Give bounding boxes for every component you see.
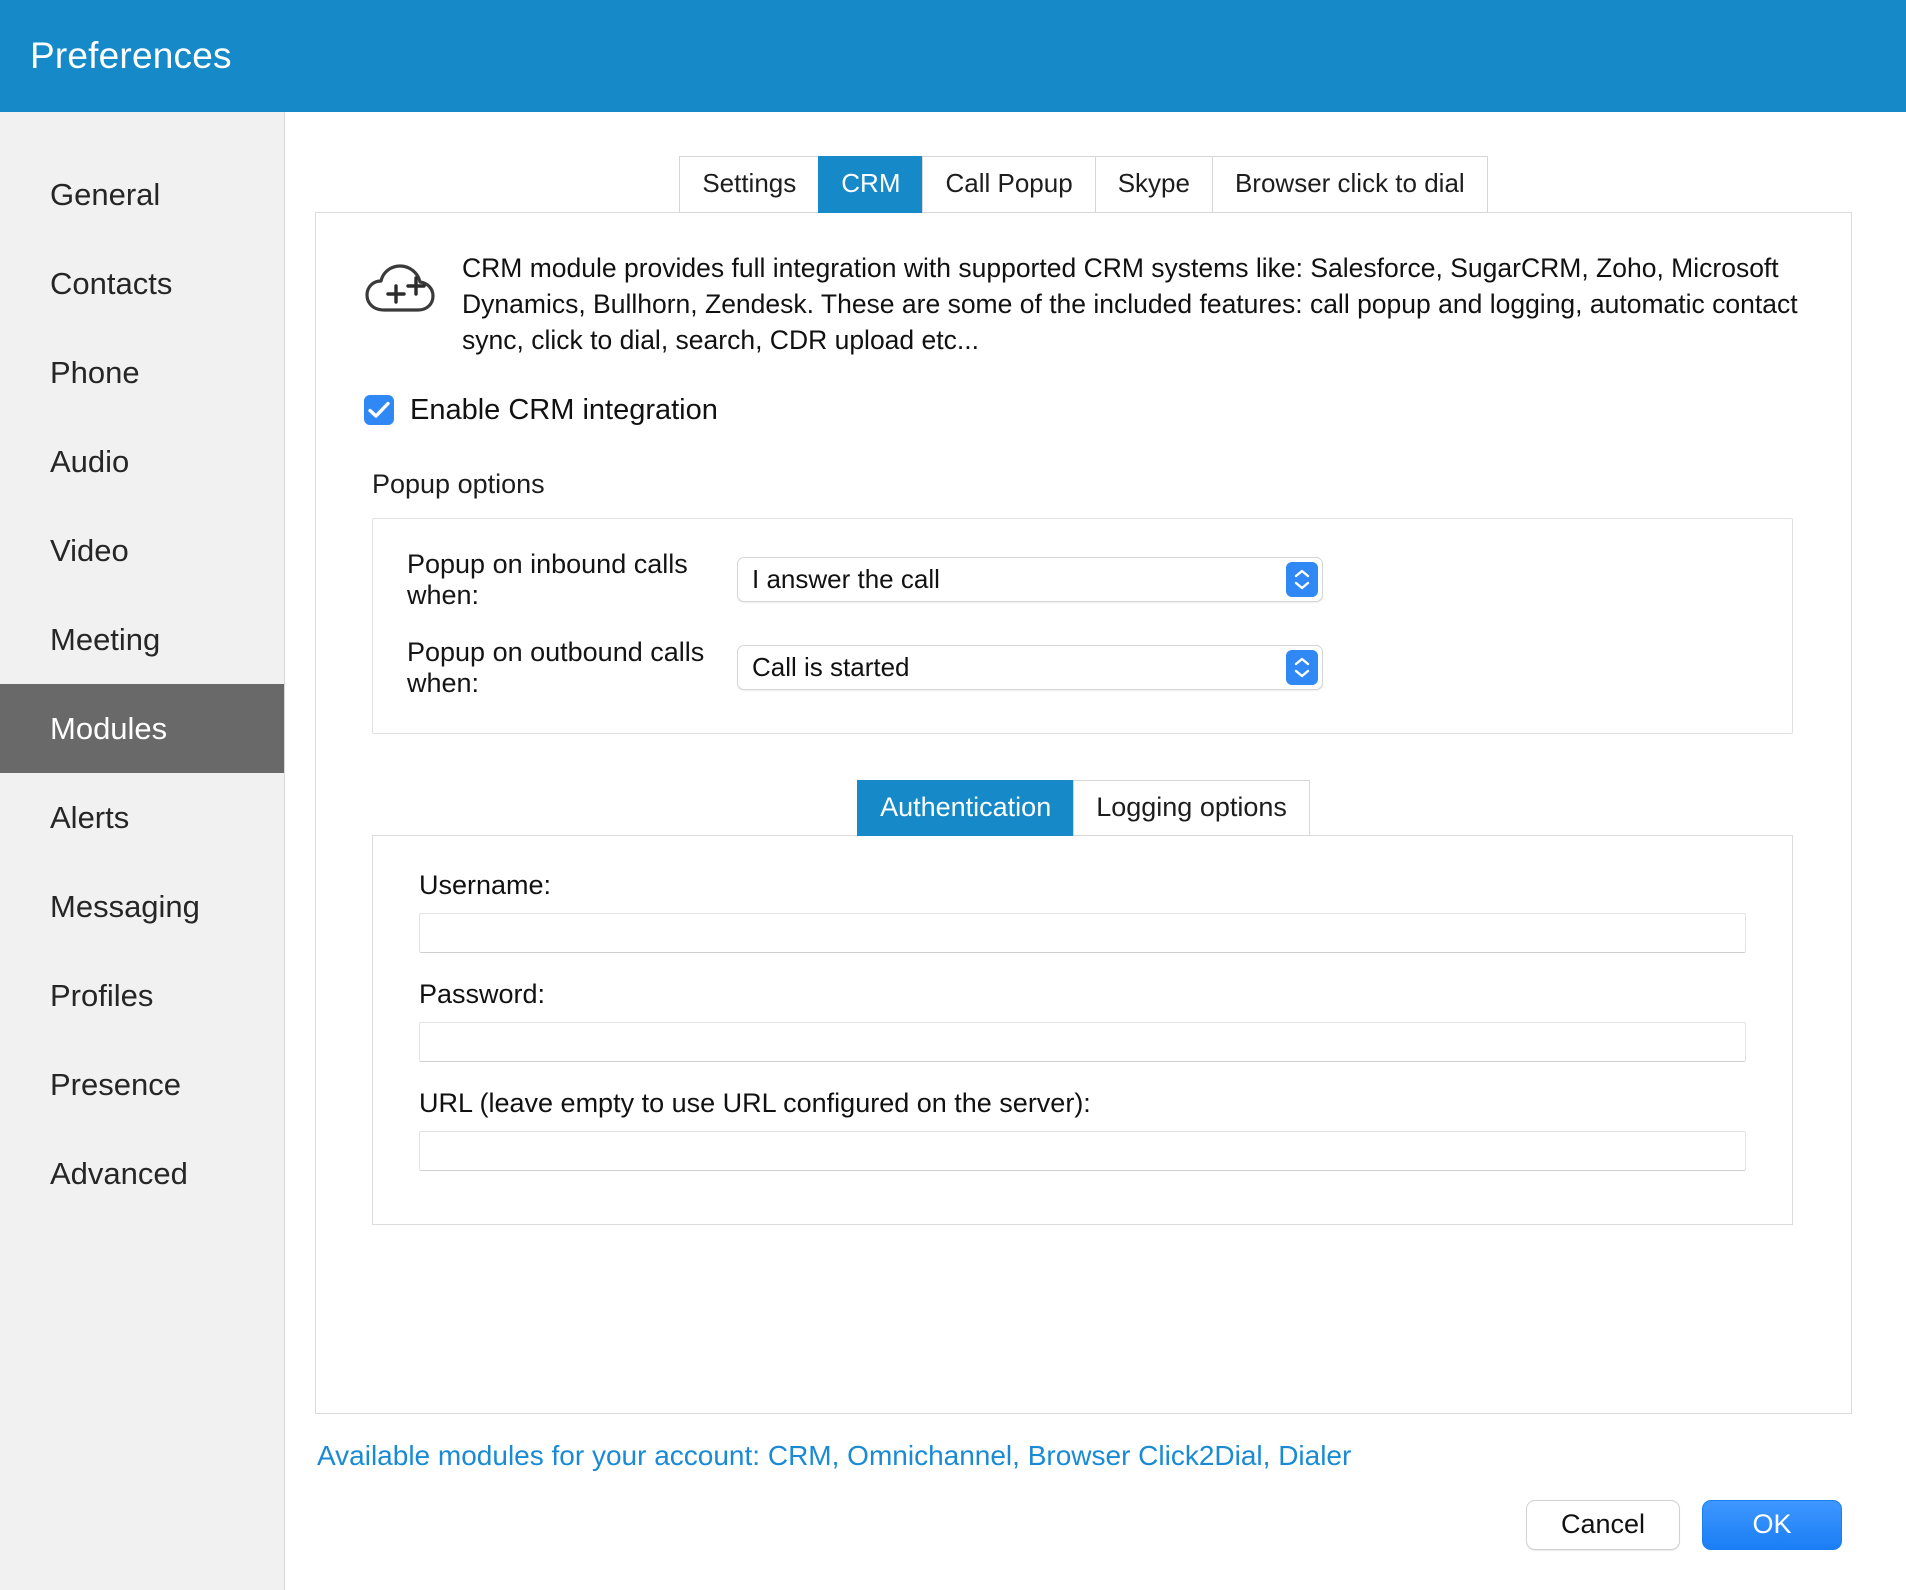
check-icon: [368, 402, 390, 419]
sidebar-item-label: Phone: [50, 354, 140, 390]
tab-settings[interactable]: Settings: [679, 156, 819, 213]
password-input[interactable]: [419, 1021, 1746, 1062]
ok-button[interactable]: OK: [1702, 1499, 1842, 1550]
sidebar-item-messaging[interactable]: Messaging: [0, 862, 284, 951]
tab-label: Call Popup: [945, 168, 1073, 198]
popup-inbound-value: I answer the call: [752, 564, 940, 595]
sidebar-item-label: Modules: [50, 710, 168, 746]
chevron-updown-icon[interactable]: [1286, 650, 1318, 686]
sidebar-item-label: Profiles: [50, 977, 154, 1013]
popup-inbound-label: Popup on inbound calls when:: [407, 548, 688, 610]
username-label: Username:: [419, 869, 552, 900]
crm-subtabs: Authentication Logging options: [356, 779, 1811, 836]
tab-crm[interactable]: CRM: [818, 156, 923, 213]
sidebar-item-video[interactable]: Video: [0, 506, 284, 595]
password-label: Password:: [419, 978, 546, 1009]
username-group: Username:: [419, 870, 1746, 953]
sidebar-item-label: General: [50, 176, 161, 212]
sidebar-item-advanced[interactable]: Advanced: [0, 1129, 284, 1218]
url-group: URL (leave empty to use URL configured o…: [419, 1088, 1746, 1171]
sidebar-item-audio[interactable]: Audio: [0, 417, 284, 506]
popup-inbound-row: Popup on inbound calls when: I answer th…: [373, 549, 1792, 611]
sidebar-item-phone[interactable]: Phone: [0, 328, 284, 417]
popup-options-group: Popup on inbound calls when: I answer th…: [372, 517, 1793, 734]
authentication-panel: Username: Password: URL (leave empty to …: [372, 834, 1793, 1225]
tab-label: Skype: [1117, 168, 1190, 198]
crm-description: CRM module provides full integration wit…: [462, 252, 1798, 355]
crm-panel: CRM module provides full integration wit…: [315, 211, 1852, 1414]
sidebar-item-label: Contacts: [50, 265, 173, 301]
window-title: Preferences: [30, 35, 232, 76]
sidebar-item-profiles[interactable]: Profiles: [0, 951, 284, 1040]
ok-button-label: OK: [1752, 1509, 1792, 1540]
bottom-spacer: [315, 1550, 1852, 1590]
subtab-authentication[interactable]: Authentication: [857, 779, 1074, 836]
sidebar-item-meeting[interactable]: Meeting: [0, 595, 284, 684]
tab-label: Settings: [702, 168, 797, 198]
cancel-button[interactable]: Cancel: [1525, 1499, 1680, 1550]
chevron-updown-icon[interactable]: [1286, 562, 1318, 598]
popup-outbound-row: Popup on outbound calls when: Call is st…: [373, 637, 1792, 699]
tab-call-popup[interactable]: Call Popup: [922, 156, 1095, 213]
dialog-buttons: Cancel OK: [315, 1499, 1852, 1550]
window-body: General Contacts Phone Audio Video Meeti…: [0, 112, 1906, 1590]
popup-outbound-value: Call is started: [752, 652, 910, 683]
tab-browser-click-to-dial[interactable]: Browser click to dial: [1211, 156, 1488, 213]
sidebar-item-label: Meeting: [50, 621, 161, 657]
sidebar-item-label: Video: [50, 532, 129, 568]
username-input[interactable]: [419, 912, 1746, 953]
cancel-button-label: Cancel: [1560, 1509, 1645, 1540]
subtab-label: Authentication: [880, 791, 1052, 822]
url-label: URL (leave empty to use URL configured o…: [419, 1087, 1091, 1118]
enable-crm-integration-label: Enable CRM integration: [410, 393, 718, 426]
popup-outbound-label: Popup on outbound calls when:: [407, 636, 705, 698]
popup-outbound-select[interactable]: Call is started: [737, 645, 1323, 691]
titlebar: Preferences: [0, 0, 1906, 112]
sidebar-item-label: Advanced: [50, 1155, 188, 1191]
popup-inbound-select[interactable]: I answer the call: [737, 557, 1323, 603]
sidebar-item-label: Alerts: [50, 799, 130, 835]
sidebar-item-label: Audio: [50, 443, 130, 479]
subtab-logging-options[interactable]: Logging options: [1073, 779, 1310, 836]
sidebar-item-general[interactable]: General: [0, 150, 284, 239]
tab-label: Browser click to dial: [1234, 168, 1465, 198]
cloud-plus-icon: [364, 261, 436, 322]
sidebar-item-contacts[interactable]: Contacts: [0, 239, 284, 328]
enable-crm-integration-checkbox[interactable]: [364, 395, 394, 426]
available-modules-link[interactable]: Available modules for your account: CRM,…: [317, 1440, 1852, 1472]
subtab-label: Logging options: [1096, 791, 1287, 822]
enable-crm-integration-row[interactable]: Enable CRM integration: [364, 394, 1811, 427]
crm-description-row: CRM module provides full integration wit…: [356, 247, 1811, 358]
module-tabs: Settings CRM Call Popup Skype Browser cl…: [315, 156, 1852, 213]
password-group: Password:: [419, 979, 1746, 1062]
sidebar-item-modules[interactable]: Modules: [0, 684, 284, 773]
preferences-window: Preferences General Contacts Phone Audio…: [0, 0, 1906, 1590]
url-input[interactable]: [419, 1130, 1746, 1171]
sidebar-item-label: Messaging: [50, 888, 200, 924]
tab-skype[interactable]: Skype: [1094, 156, 1212, 213]
sidebar-item-label: Presence: [50, 1066, 181, 1102]
content-area: Settings CRM Call Popup Skype Browser cl…: [285, 112, 1906, 1590]
sidebar: General Contacts Phone Audio Video Meeti…: [0, 112, 285, 1590]
popup-options-title: Popup options: [372, 468, 545, 499]
sidebar-item-alerts[interactable]: Alerts: [0, 773, 284, 862]
tab-label: CRM: [841, 168, 901, 198]
sidebar-item-presence[interactable]: Presence: [0, 1040, 284, 1129]
